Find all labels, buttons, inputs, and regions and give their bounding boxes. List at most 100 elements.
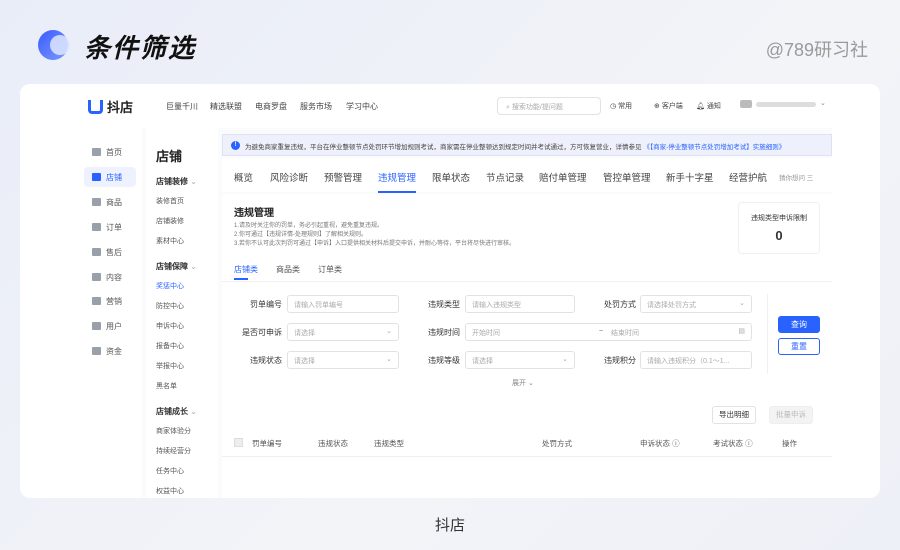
violation-time-range[interactable]: 开始时间 ~ 结束时间 ▤ xyxy=(465,323,752,341)
subnav-item[interactable]: 商家体验分 xyxy=(156,426,191,436)
tab[interactable]: 限单状态 xyxy=(432,170,470,184)
sidebar-label: 用户 xyxy=(106,322,122,331)
category-tab-active[interactable]: 店铺类 xyxy=(234,264,258,280)
reset-button[interactable]: 重置 xyxy=(778,338,820,355)
sidebar-item-funds[interactable]: 资金 xyxy=(84,341,136,361)
expand-toggle[interactable]: 展开 ⌄ xyxy=(512,378,534,388)
tab[interactable]: 赔付单管理 xyxy=(539,170,587,184)
subnav-item[interactable]: 任务中心 xyxy=(156,466,184,476)
brand-name: 抖店 xyxy=(107,100,134,115)
subnav-item-active[interactable]: 奖惩中心 xyxy=(156,281,184,291)
sidebar-item-orders[interactable]: 订单 xyxy=(84,217,136,237)
divider xyxy=(222,456,832,457)
notice-link[interactable]: 《【商家-停业整顿节点处罚增加考试】实施细则》 xyxy=(643,144,785,151)
search-placeholder: 搜索功能/提问题 xyxy=(511,104,563,111)
category-tab[interactable]: 商品类 xyxy=(276,264,300,275)
appeal-limit-card: 违规类型申诉限制 0 xyxy=(738,202,820,254)
subnav-group[interactable]: 店铺成长 ⌄ xyxy=(156,406,197,417)
subnav-item[interactable]: 举报中心 xyxy=(156,361,184,371)
sidebar-item-content[interactable]: 内容 xyxy=(84,267,136,287)
search-input[interactable]: ⌕ 搜索功能/提问题 xyxy=(497,97,601,115)
nav-link[interactable]: 电商罗盘 xyxy=(255,101,287,112)
chevron-down-icon: ⌄ xyxy=(386,356,392,363)
nav-link[interactable]: 学习中心 xyxy=(346,101,378,112)
export-button[interactable]: 导出明细 xyxy=(712,406,756,424)
subnav-item[interactable]: 申诉中心 xyxy=(156,321,184,331)
batch-appeal-button[interactable]: 批量申诉 xyxy=(769,406,813,424)
select-all-checkbox[interactable] xyxy=(234,438,243,447)
subnav-item[interactable]: 店铺装修 xyxy=(156,216,184,226)
sidebar-label: 内容 xyxy=(106,273,122,282)
column-header: 申诉状态 ⓘ xyxy=(640,439,680,448)
query-button[interactable]: 查询 xyxy=(778,316,820,333)
nav-link[interactable]: 巨量千川 xyxy=(166,101,198,112)
filter-label: 违规时间 xyxy=(428,328,460,337)
account-name-blurred[interactable] xyxy=(756,102,816,107)
client-button[interactable]: ⊕ 客户端 xyxy=(654,101,683,111)
filter-label: 违规状态 xyxy=(250,356,282,365)
tab[interactable]: 风险诊断 xyxy=(270,170,308,184)
column-header: 违规状态 xyxy=(318,439,348,448)
subnav-item[interactable]: 黑名单 xyxy=(156,381,177,391)
sidebar-item-aftersale[interactable]: 售后 xyxy=(84,242,136,262)
filter-label: 罚单编号 xyxy=(250,300,282,309)
subnav-item[interactable]: 报备中心 xyxy=(156,341,184,351)
sub-sidebar-title: 店铺 xyxy=(156,149,183,164)
filter-label: 违规积分 xyxy=(604,356,636,365)
subnav-item[interactable]: 素材中心 xyxy=(156,236,184,246)
violation-points-input[interactable]: 请输入违规积分（0.1～1... xyxy=(640,351,752,369)
group-label: 店铺成长 xyxy=(156,407,188,416)
tab[interactable]: 管控单管理 xyxy=(603,170,651,184)
tab[interactable]: 新手十字星 xyxy=(666,170,714,184)
tab[interactable]: 概览 xyxy=(234,170,253,184)
user-icon xyxy=(92,322,101,330)
brand[interactable]: 抖店 xyxy=(88,97,133,116)
subnav-group[interactable]: 店铺保障 ⌄ xyxy=(156,261,197,272)
nav-link[interactable]: 服务市场 xyxy=(300,101,332,112)
stat-label: 违规类型申诉限制 xyxy=(751,215,807,222)
doudian-logo-icon xyxy=(88,100,103,114)
notify-button[interactable]: 🔔︎ 通知 xyxy=(696,101,721,111)
subnav-item[interactable]: 权益中心 xyxy=(156,486,184,496)
violation-type-input[interactable]: 请输入违规类型 xyxy=(465,295,575,313)
subnav-item[interactable]: 持续经营分 xyxy=(156,446,191,456)
select-placeholder: 请选择处罚方式 xyxy=(647,302,696,309)
panel-note: 2.你可通过【违规详情-处理规则】了解相关规则。 xyxy=(234,232,368,238)
info-icon: ! xyxy=(231,141,240,150)
select-placeholder: 请选择 xyxy=(472,358,493,365)
tab-active[interactable]: 违规管理 xyxy=(378,170,417,193)
sidebar-item-marketing[interactable]: 营销 xyxy=(84,291,136,311)
nav-link[interactable]: 精选联盟 xyxy=(210,101,242,112)
chevron-down-icon[interactable]: ⌄ xyxy=(820,99,826,107)
common-button[interactable]: ◷ 常用 xyxy=(610,101,632,111)
column-header: 违规类型 xyxy=(374,439,404,448)
sidebar-item-users[interactable]: 用户 xyxy=(84,316,136,336)
sidebar-label: 商品 xyxy=(106,198,122,207)
subnav-item[interactable]: 装修首页 xyxy=(156,196,184,206)
subnav-group[interactable]: 店铺装修 ⌄ xyxy=(156,176,197,187)
end-time: 结束时间 xyxy=(611,330,639,337)
shop-avatar[interactable] xyxy=(740,100,752,108)
sidebar-item-home[interactable]: 首页 xyxy=(84,142,136,162)
tab[interactable]: 节点记录 xyxy=(486,170,524,184)
tab[interactable]: 预警管理 xyxy=(324,170,362,184)
content-icon xyxy=(92,273,101,281)
megaphone-icon xyxy=(92,297,101,305)
sidebar-item-products[interactable]: 商品 xyxy=(84,192,136,212)
subnav-item[interactable]: 防控中心 xyxy=(156,301,184,311)
appealable-select[interactable]: 请选择 ⌄ xyxy=(287,323,399,341)
sidebar-item-shop[interactable]: 店铺 xyxy=(84,167,136,187)
violation-level-select[interactable]: 请选择 ⌄ xyxy=(465,351,575,369)
penalty-id-input[interactable]: 请输入罚单编号 xyxy=(287,295,399,313)
category-tab[interactable]: 订单类 xyxy=(318,264,342,275)
screenshot-card: 抖店 巨量千川 精选联盟 电商罗盘 服务市场 学习中心 ⌕ 搜索功能/提问题 ◷… xyxy=(20,84,880,498)
panel-title: 违规管理 xyxy=(234,208,274,219)
tab[interactable]: 经营护航 xyxy=(729,170,767,184)
violation-status-select[interactable]: 请选择 ⌄ xyxy=(287,351,399,369)
tabs-more[interactable]: 猜你想问 三 xyxy=(779,172,813,182)
penalty-method-select[interactable]: 请选择处罚方式 ⌄ xyxy=(640,295,752,313)
watermark: @789研习社 xyxy=(765,40,868,60)
page-title: 条件筛选 xyxy=(84,33,197,63)
aftersale-icon xyxy=(92,248,101,256)
sidebar-label: 店铺 xyxy=(106,173,122,182)
